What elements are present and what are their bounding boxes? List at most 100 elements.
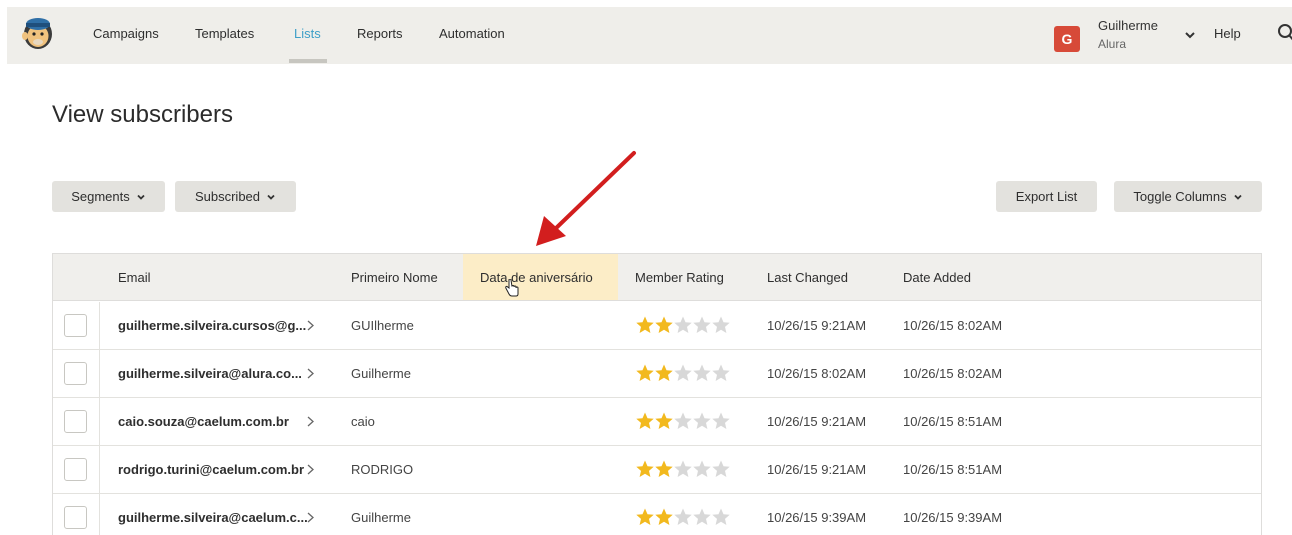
member-rating-stars — [635, 315, 730, 335]
nav-campaigns[interactable]: Campaigns — [93, 26, 159, 41]
date-added-cell: 10/26/15 8:02AM — [903, 318, 1003, 333]
page-title: View subscribers — [52, 101, 233, 128]
subscriber-email-link[interactable]: guilherme.silveira@caelum.c... — [118, 510, 308, 525]
first-name-cell: GUIlherme — [351, 318, 414, 333]
star-empty-icon — [712, 460, 730, 477]
star-empty-icon — [693, 364, 711, 381]
star-empty-icon — [693, 508, 711, 525]
chevron-right-icon[interactable] — [306, 463, 315, 476]
chevron-right-icon[interactable] — [306, 367, 315, 380]
star-filled-icon — [655, 460, 673, 477]
active-tab-indicator — [289, 59, 327, 63]
first-name-cell: caio — [351, 414, 375, 429]
column-header-member-rating[interactable]: Member Rating — [618, 254, 750, 300]
row-checkbox[interactable] — [64, 410, 87, 433]
row-checkbox-cell — [53, 398, 100, 445]
chevron-down-icon — [137, 194, 145, 200]
chevron-right-icon[interactable] — [306, 319, 315, 332]
date-added-cell: 10/26/15 9:39AM — [903, 510, 1003, 525]
toggle-columns-button[interactable]: Toggle Columns — [1114, 181, 1262, 212]
star-empty-icon — [674, 316, 692, 333]
star-empty-icon — [674, 460, 692, 477]
red-arrow-annotation — [536, 151, 636, 246]
subscriber-email-link[interactable]: guilherme.silveira@alura.co... — [118, 366, 302, 381]
date-added-cell: 10/26/15 8:51AM — [903, 462, 1003, 477]
table-row: rodrigo.turini@caelum.com.br RODRIGO 10/… — [53, 446, 1261, 494]
chevron-down-icon — [267, 194, 275, 200]
chevron-down-icon — [1233, 194, 1242, 200]
table-header: Email Primeiro Nome Data de aniversário … — [53, 254, 1261, 301]
star-empty-icon — [674, 364, 692, 381]
chevron-down-icon[interactable] — [1183, 28, 1197, 42]
star-empty-icon — [712, 508, 730, 525]
nav-automation[interactable]: Automation — [439, 26, 505, 41]
row-checkbox-cell — [53, 494, 100, 535]
column-header-first-name[interactable]: Primeiro Nome — [334, 254, 462, 300]
row-checkbox-cell — [53, 350, 100, 397]
star-empty-icon — [693, 316, 711, 333]
row-checkbox[interactable] — [64, 506, 87, 529]
mailchimp-logo-icon[interactable] — [21, 15, 55, 51]
nav-lists[interactable]: Lists — [294, 26, 321, 41]
last-changed-cell: 10/26/15 9:21AM — [767, 318, 867, 333]
star-empty-icon — [674, 412, 692, 429]
search-icon[interactable] — [1277, 23, 1292, 43]
star-empty-icon — [674, 508, 692, 525]
user-name[interactable]: Guilherme — [1098, 18, 1158, 33]
nav-reports[interactable]: Reports — [357, 26, 403, 41]
segments-button[interactable]: Segments — [52, 181, 165, 212]
column-header-email[interactable]: Email — [101, 254, 334, 300]
table-row: guilherme.silveira@alura.co... Guilherme… — [53, 350, 1261, 398]
star-empty-icon — [693, 460, 711, 477]
row-checkbox[interactable] — [64, 362, 87, 385]
subscriber-email-link[interactable]: rodrigo.turini@caelum.com.br — [118, 462, 304, 477]
row-checkbox[interactable] — [64, 458, 87, 481]
help-link[interactable]: Help — [1214, 26, 1241, 41]
segments-label: Segments — [71, 189, 130, 204]
subscriber-email-link[interactable]: caio.souza@caelum.com.br — [118, 414, 289, 429]
subscriber-email-link[interactable]: guilherme.silveira.cursos@g... — [118, 318, 306, 333]
star-filled-icon — [636, 460, 654, 477]
table-row: caio.souza@caelum.com.br caio 10/26/15 9… — [53, 398, 1261, 446]
row-checkbox[interactable] — [64, 314, 87, 337]
table-row: guilherme.silveira@caelum.c... Guilherme… — [53, 494, 1261, 535]
chevron-right-icon[interactable] — [306, 415, 315, 428]
member-rating-stars — [635, 507, 730, 527]
member-rating-stars — [635, 459, 730, 479]
last-changed-cell: 10/26/15 8:02AM — [767, 366, 867, 381]
star-filled-icon — [636, 508, 654, 525]
star-filled-icon — [636, 412, 654, 429]
row-checkbox-cell — [53, 446, 100, 493]
star-filled-icon — [636, 364, 654, 381]
table-row: guilherme.silveira.cursos@g... GUIlherme… — [53, 302, 1261, 350]
nav-templates[interactable]: Templates — [195, 26, 254, 41]
first-name-cell: Guilherme — [351, 366, 411, 381]
export-list-label: Export List — [1015, 189, 1078, 204]
star-filled-icon — [655, 412, 673, 429]
member-rating-stars — [635, 411, 730, 431]
top-navigation: Campaigns Templates Lists Reports Automa… — [7, 7, 1292, 64]
export-list-button[interactable]: Export List — [996, 181, 1097, 212]
star-filled-icon — [655, 508, 673, 525]
column-header-date-added[interactable]: Date Added — [886, 254, 1046, 300]
first-name-cell: RODRIGO — [351, 462, 414, 477]
chevron-right-icon[interactable] — [306, 511, 315, 524]
star-filled-icon — [655, 364, 673, 381]
star-filled-icon — [636, 316, 654, 333]
first-name-cell: Guilherme — [351, 510, 411, 525]
column-header-last-changed[interactable]: Last Changed — [750, 254, 885, 300]
last-changed-cell: 10/26/15 9:39AM — [767, 510, 867, 525]
subscribers-table: Email Primeiro Nome Data de aniversário … — [52, 253, 1262, 535]
subscribed-label: Subscribed — [194, 189, 261, 204]
star-empty-icon — [693, 412, 711, 429]
star-filled-icon — [655, 316, 673, 333]
date-added-cell: 10/26/15 8:51AM — [903, 414, 1003, 429]
member-rating-stars — [635, 363, 730, 383]
column-header-birthday[interactable]: Data de aniversário — [463, 254, 618, 300]
star-empty-icon — [712, 316, 730, 333]
avatar[interactable]: G — [1054, 26, 1080, 52]
subscribed-filter-button[interactable]: Subscribed — [175, 181, 296, 212]
last-changed-cell: 10/26/15 9:21AM — [767, 414, 867, 429]
toggle-columns-label: Toggle Columns — [1133, 189, 1227, 204]
row-checkbox-cell — [53, 302, 100, 349]
